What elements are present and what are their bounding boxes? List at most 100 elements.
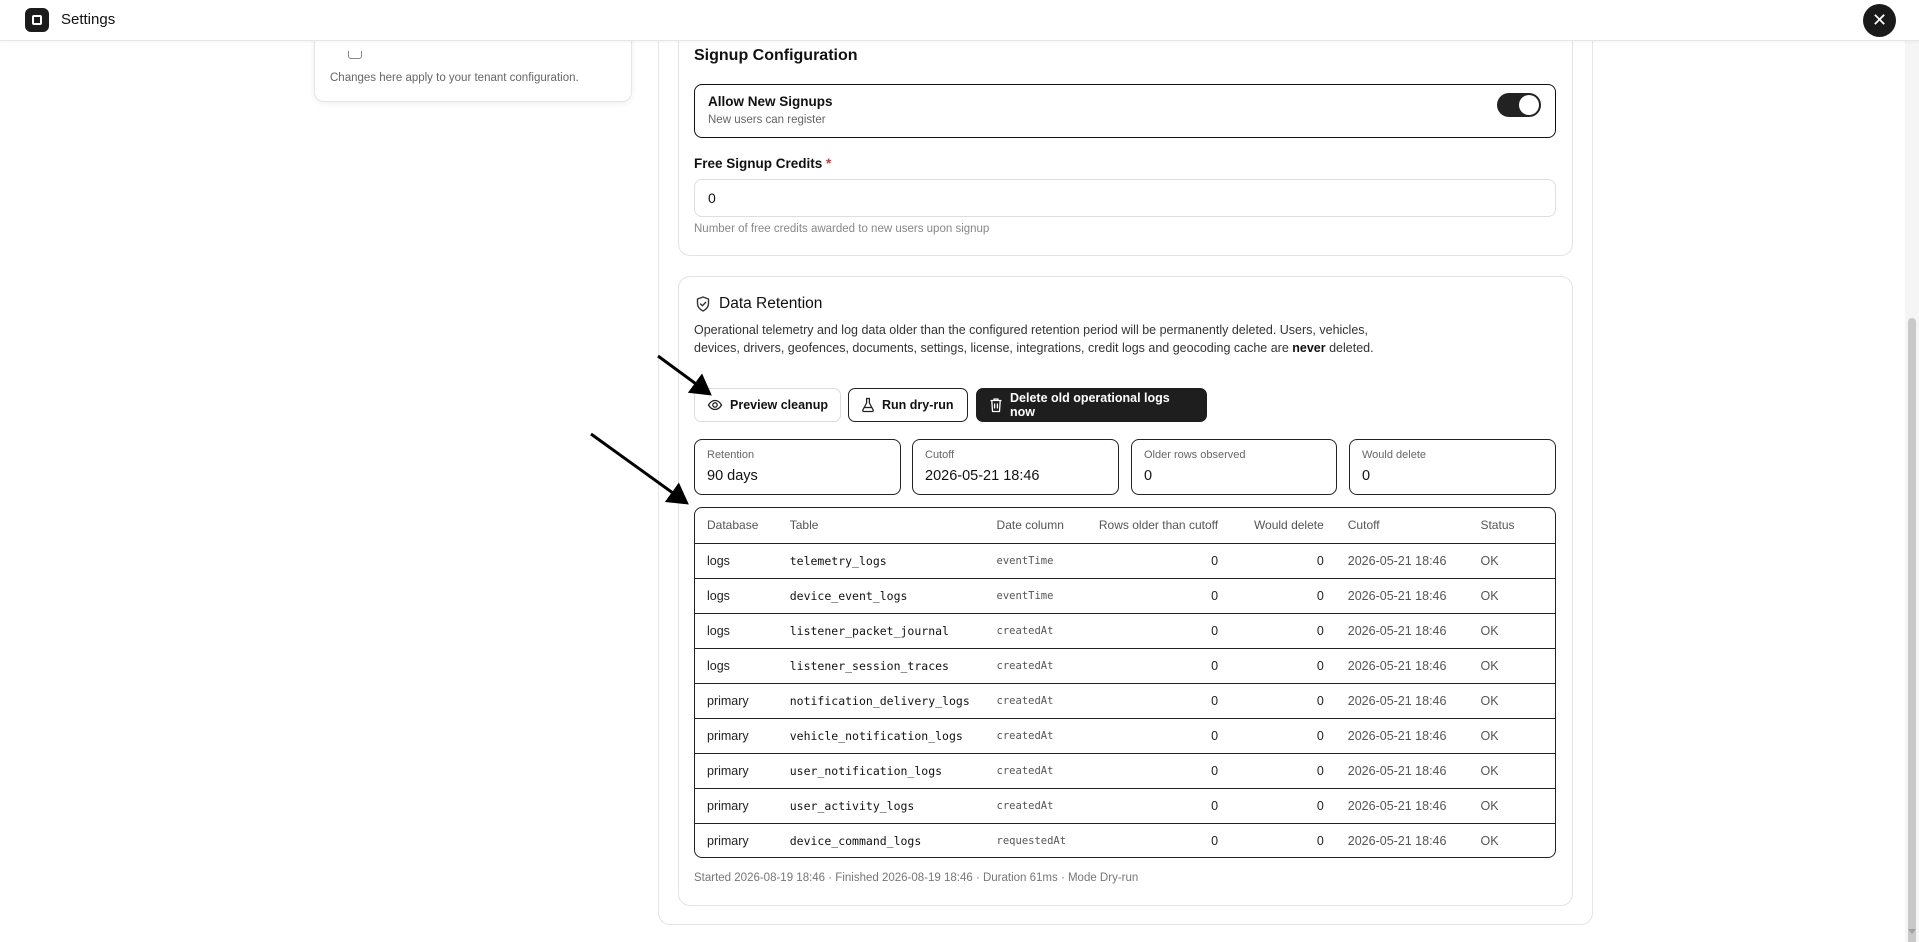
allow-signups-description: New users can register (708, 114, 826, 126)
table-row: logs device_event_logs eventTime 0 0 2026-05-… (695, 578, 1555, 614)
cell-status: OK (1468, 613, 1555, 649)
description-emphasis: never (1292, 341, 1326, 355)
cell-table: notification_delivery_logs (777, 683, 985, 719)
flask-icon (862, 397, 874, 413)
cell-table: vehicle_notification_logs (777, 718, 985, 754)
cell-table: device_event_logs (777, 578, 985, 614)
close-icon: ✕ (1871, 10, 1888, 30)
allow-signups-toggle[interactable] (1497, 93, 1541, 117)
cell-rows-older: 0 (1096, 543, 1231, 579)
cell-cutoff: 2026-05-21 18:46 (1335, 683, 1469, 719)
delete-old-logs-button[interactable]: Delete old operational logs now (976, 388, 1207, 422)
cell-cutoff: 2026-05-21 18:46 (1335, 613, 1469, 649)
cell-would-delete: 0 (1230, 788, 1336, 824)
scroll-thumb[interactable] (1908, 318, 1916, 942)
cell-would-delete: 0 (1230, 578, 1336, 614)
free-credits-input[interactable]: 0 (694, 179, 1556, 217)
stat-label: Cutoff (925, 449, 955, 461)
top-bar: Settings ✕ (0, 0, 1919, 41)
stat-value: 0 (1144, 468, 1153, 484)
cell-date-column: createdAt (984, 718, 1097, 754)
cell-table: listener_session_traces (777, 648, 985, 684)
cell-table: user_notification_logs (777, 753, 985, 789)
stat-would-delete: Would delete 0 (1349, 439, 1556, 495)
table-row: logs telemetry_logs eventTime 0 0 2026-05-21 … (695, 543, 1555, 579)
cell-cutoff: 2026-05-21 18:46 (1347, 833, 1447, 848)
cell-status: OK (1480, 833, 1499, 848)
col-header-table: Table (777, 508, 985, 544)
table-row: primary user_notification_logs createdAt 0 0… (695, 753, 1555, 789)
cell-cutoff: 2026-05-21 18:46 (1335, 753, 1469, 789)
cell-database: primary (695, 788, 778, 824)
cell-date-column: createdAt (984, 788, 1097, 824)
description-end: deleted. (1325, 341, 1374, 355)
cell-cutoff: 2026-05-21 18:46 (1335, 543, 1469, 579)
cell-date-column: createdAt (984, 753, 1097, 789)
cell-cutoff: 2026-05-21 18:46 (1335, 648, 1469, 684)
cell-rows-older: 0 (1096, 613, 1231, 649)
preview-cleanup-label: Preview cleanup (730, 398, 828, 412)
trash-icon (990, 398, 1002, 413)
cell-date-column: eventTime (984, 578, 1097, 614)
col-header-database: Database (695, 508, 778, 544)
run-summary: Started 2026-08-19 18:46 · Finished 2026… (694, 872, 1139, 884)
cell-would-delete: 0 (1230, 613, 1336, 649)
col-header-rows-older: Rows older than cutoff (1096, 508, 1231, 544)
stat-value: 90 days (707, 468, 758, 484)
col-header-would-delete: Would delete (1230, 508, 1336, 544)
delete-old-logs-label: Delete old operational logs now (1010, 391, 1170, 419)
eye-icon (707, 399, 723, 411)
free-credits-label-text: Free Signup Credits (694, 156, 823, 171)
cell-rows-older: 0 (1211, 833, 1219, 848)
stat-label: Older rows observed (1144, 449, 1246, 461)
table-row: logs listener_packet_journal createdAt 0 0 20… (695, 613, 1555, 649)
cell-database: logs (695, 578, 778, 614)
cell-cutoff: 2026-05-21 18:46 (1335, 788, 1469, 824)
description-text: Operational telemetry and log data older… (694, 323, 1369, 355)
cell-table: device_command_logs (789, 833, 922, 848)
run-dry-run-button[interactable]: Run dry-run (848, 388, 968, 422)
col-header-status: Status (1468, 508, 1555, 544)
cell-rows-older: 0 (1096, 683, 1231, 719)
cell-would-delete: 0 (1316, 833, 1324, 848)
table-row: primary device_command_logs requestedAt 0 0 2… (695, 823, 1555, 857)
cell-date-column: createdAt (984, 613, 1097, 649)
free-credits-label: Free Signup Credits * (694, 156, 831, 171)
preview-cleanup-button[interactable]: Preview cleanup (694, 388, 841, 422)
table-row: primary vehicle_notification_logs createdA… (695, 718, 1555, 754)
cell-rows-older: 0 (1096, 648, 1231, 684)
partial-item-icon (348, 51, 362, 59)
cell-table: telemetry_logs (777, 543, 985, 579)
cell-table: listener_packet_journal (777, 613, 985, 649)
cell-table: user_activity_logs (777, 788, 985, 824)
table-row: logs listener_session_traces createdAt 0 0 20… (695, 648, 1555, 684)
cell-rows-older: 0 (1096, 718, 1231, 754)
table-header-row: Database Table Date column Rows older th… (695, 508, 1555, 544)
cell-status: OK (1468, 718, 1555, 754)
cell-date-column: createdAt (984, 683, 1097, 719)
page-title: Settings (61, 11, 116, 28)
page-scrollbar[interactable] (1905, 41, 1919, 942)
signup-section-title: Signup Configuration (694, 47, 858, 64)
close-button[interactable]: ✕ (1863, 4, 1896, 37)
stat-cutoff: Cutoff 2026-05-21 18:46 (912, 439, 1119, 495)
cell-rows-older: 0 (1096, 578, 1231, 614)
cell-status: OK (1468, 648, 1555, 684)
retention-table: Database Table Date column Rows older th… (694, 507, 1556, 858)
cell-would-delete: 0 (1230, 718, 1336, 754)
cell-status: OK (1468, 543, 1555, 579)
cell-status: OK (1468, 578, 1555, 614)
cell-cutoff: 2026-05-21 18:46 (1335, 718, 1469, 754)
cell-database: logs (695, 648, 778, 684)
stat-label: Retention (707, 449, 755, 461)
stat-older-rows: Older rows observed 0 (1131, 439, 1337, 495)
cell-rows-older: 0 (1096, 788, 1231, 824)
cell-status: OK (1468, 788, 1555, 824)
data-retention-description: Operational telemetry and log data older… (694, 321, 1384, 357)
app-icon (25, 8, 49, 32)
scroll-down-icon[interactable] (1908, 929, 1916, 934)
cell-database: primary (695, 718, 778, 754)
free-credits-help: Number of free credits awarded to new us… (694, 223, 990, 235)
cell-would-delete: 0 (1230, 753, 1336, 789)
allow-signups-label: Allow New Signups (708, 94, 833, 109)
